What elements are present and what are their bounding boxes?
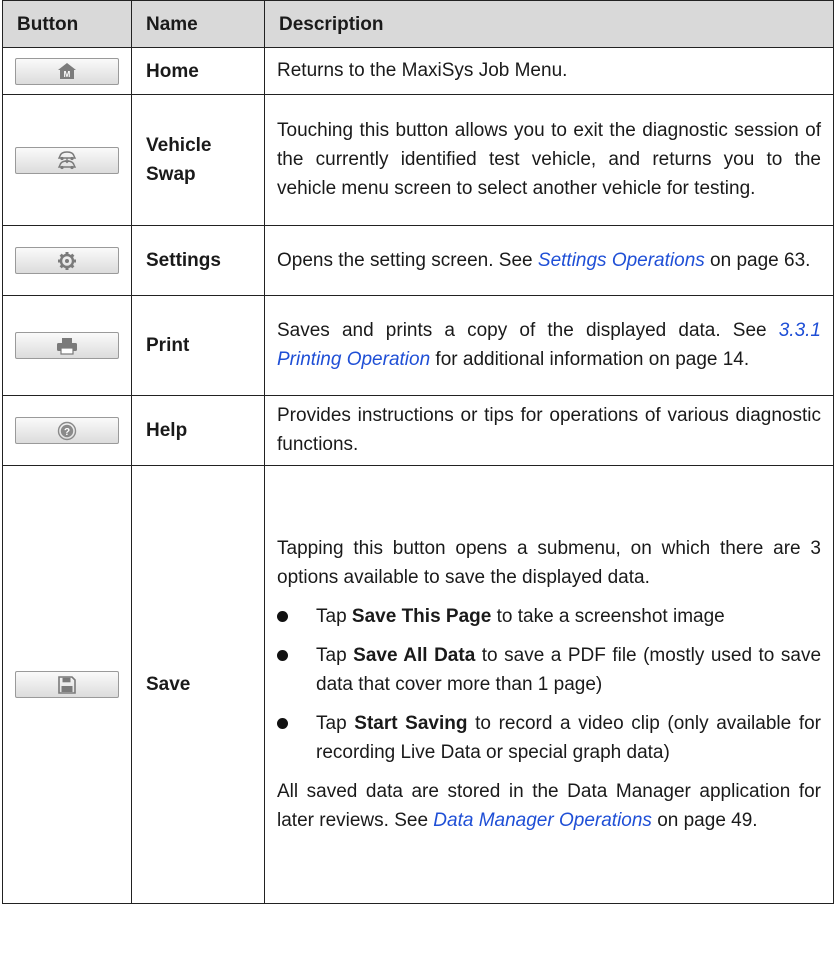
button-description: Touching this button allows you to exit … bbox=[264, 94, 834, 226]
button-description: Saves and prints a copy of the displayed… bbox=[264, 295, 834, 396]
button-description: Returns to the MaxiSys Job Menu. bbox=[264, 47, 834, 95]
button-description: Opens the setting screen. See Settings O… bbox=[264, 225, 834, 296]
bullet-icon bbox=[277, 649, 288, 661]
table-row-home: M Home Returns to the MaxiSys Job Menu. bbox=[2, 47, 834, 95]
button-cell bbox=[2, 225, 132, 296]
option-text: Tap bbox=[316, 605, 352, 627]
vehicle-swap-button[interactable] bbox=[15, 146, 119, 174]
description-text: Opens the setting screen. See bbox=[277, 249, 538, 271]
save-button[interactable] bbox=[15, 671, 119, 699]
help-button[interactable]: ? bbox=[15, 417, 119, 445]
button-name: Print bbox=[131, 295, 265, 396]
table-row-settings: Settings Opens the setting screen. See S… bbox=[2, 225, 834, 296]
print-button[interactable] bbox=[15, 332, 119, 360]
button-cell: M bbox=[2, 47, 132, 95]
floppy-disk-icon bbox=[58, 676, 76, 694]
svg-text:M: M bbox=[64, 70, 71, 79]
table-row-print: Print Saves and prints a copy of the dis… bbox=[2, 295, 834, 396]
description-footer: All saved data are stored in the Data Ma… bbox=[277, 777, 821, 835]
description-text: on page 49. bbox=[651, 809, 758, 831]
vehicle-swap-icon bbox=[57, 151, 77, 170]
description-text: Saves and prints a copy of the displayed… bbox=[277, 320, 779, 341]
button-description: Provides instructions or tips for operat… bbox=[264, 395, 834, 466]
bullet-icon bbox=[277, 610, 288, 622]
bullet-icon bbox=[277, 717, 288, 729]
table-row-save: Save Tapping this button opens a submenu… bbox=[2, 465, 834, 904]
header-name: Name bbox=[131, 0, 265, 48]
printer-icon bbox=[57, 337, 77, 355]
svg-text:?: ? bbox=[64, 427, 70, 438]
gear-icon bbox=[58, 251, 76, 270]
button-name: Vehicle Swap bbox=[131, 94, 265, 226]
option-text: Tap bbox=[316, 644, 354, 666]
button-cell bbox=[2, 465, 132, 904]
header-button: Button bbox=[2, 0, 132, 48]
button-name: Settings bbox=[131, 225, 265, 296]
button-description: Tapping this button opens a submenu, on … bbox=[264, 465, 834, 904]
description-intro: Tapping this button opens a submenu, on … bbox=[277, 537, 821, 588]
option-name: Save This Page bbox=[351, 605, 492, 627]
button-name-line1: Vehicle bbox=[146, 135, 212, 156]
button-name: Help bbox=[131, 395, 265, 466]
table-header-row: Button Name Description bbox=[2, 0, 834, 48]
button-cell bbox=[2, 94, 132, 226]
table-row-vehicle-swap: Vehicle Swap Touching this button allows… bbox=[2, 94, 834, 226]
table-row-help: ? Help Provides instructions or tips for… bbox=[2, 395, 834, 466]
save-options-list: Tap Save This Page to take a screenshot … bbox=[277, 602, 821, 767]
option-text: Tap bbox=[316, 712, 355, 734]
home-icon: M bbox=[58, 63, 76, 80]
button-name: Home bbox=[131, 47, 265, 95]
button-cell bbox=[2, 295, 132, 396]
help-icon: ? bbox=[57, 421, 77, 441]
toolbar-buttons-table: Button Name Description M Home Returns t… bbox=[2, 0, 834, 904]
list-item: Tap Start Saving to record a video clip … bbox=[277, 709, 821, 767]
settings-button[interactable] bbox=[15, 247, 119, 275]
button-cell: ? bbox=[2, 395, 132, 466]
list-item: Tap Save This Page to take a screenshot … bbox=[277, 602, 821, 631]
option-text: to take a screenshot image bbox=[491, 605, 725, 627]
button-name: Save bbox=[131, 465, 265, 904]
data-manager-operations-link[interactable]: Data Manager Operations bbox=[433, 810, 652, 831]
settings-operations-link[interactable]: Settings Operations bbox=[538, 250, 705, 271]
home-button[interactable]: M bbox=[15, 57, 119, 85]
description-text: on page 63. bbox=[704, 249, 811, 271]
button-name-line2: Swap bbox=[146, 164, 196, 185]
option-name: Save All Data bbox=[353, 644, 476, 666]
description-text: for additional information on page 14. bbox=[430, 349, 750, 370]
header-description: Description bbox=[264, 0, 834, 48]
list-item: Tap Save All Data to save a PDF file (mo… bbox=[277, 641, 821, 699]
option-name: Start Saving bbox=[354, 712, 468, 734]
